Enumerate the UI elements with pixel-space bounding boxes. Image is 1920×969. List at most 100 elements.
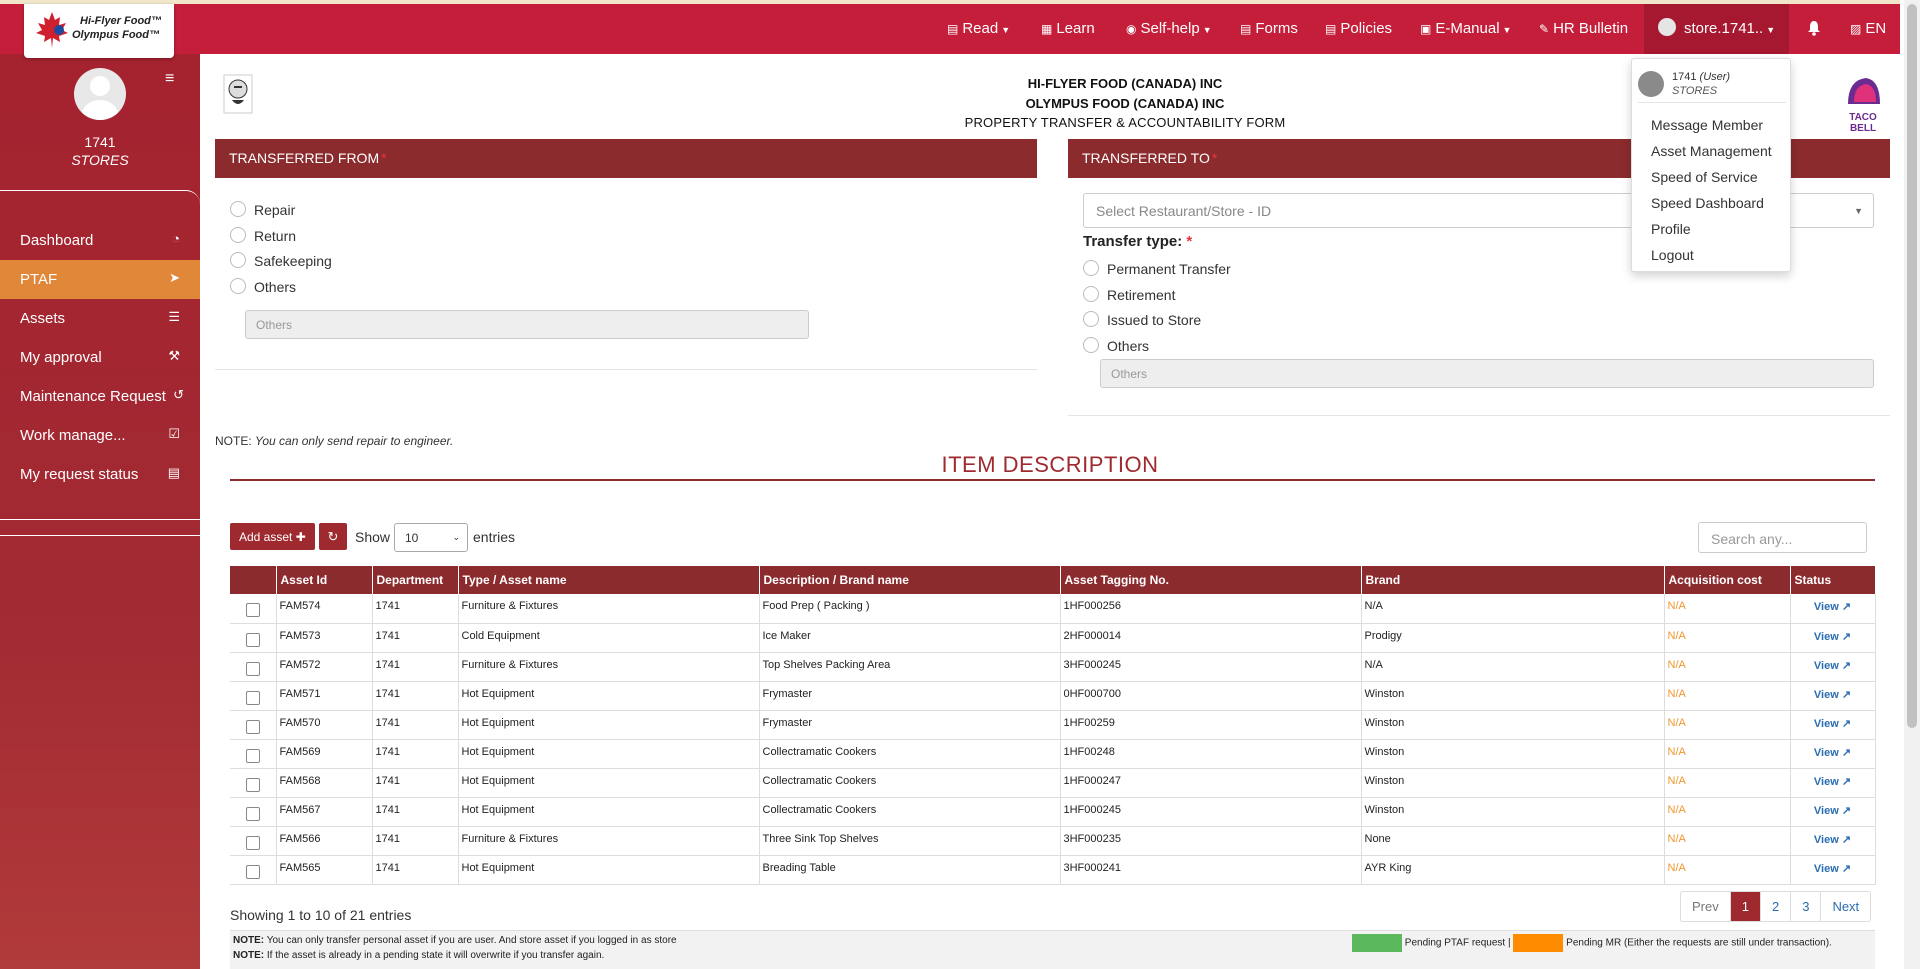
row-checkbox[interactable] [245,777,260,792]
row-checkbox[interactable] [245,835,260,850]
row-checkbox[interactable] [245,632,260,647]
user-menu-toggle[interactable]: store.1741.. ▼ [1644,4,1790,54]
table-cell: FAM566 [276,826,373,856]
to-others-field[interactable]: Others [1100,359,1874,388]
select-column-header [230,566,277,594]
view-link[interactable]: View ↗ [1790,623,1876,653]
table-cell: 3HF000241 [1060,855,1362,885]
view-link[interactable]: View ↗ [1790,652,1876,682]
radio-to-others[interactable]: Others [1083,337,1149,355]
radio-safekeeping[interactable]: Safekeeping [230,252,332,270]
row-checkbox[interactable] [245,806,260,821]
pagination: Prev 1 2 3 Next [1680,891,1872,922]
caret-down-icon: ▼ [1202,25,1212,35]
row-select-cell [230,681,277,711]
user-dropdown-menu: 1741 (User) STORES Message Member Asset … [1631,58,1791,272]
nav-self-help[interactable]: ◉ Self-help ▼ [1126,4,1212,54]
menu-item-profile[interactable]: Profile [1651,221,1691,237]
view-link[interactable]: View ↗ [1790,797,1876,827]
pagination-next[interactable]: Next [1821,892,1870,921]
table-cell: Winston [1361,797,1665,827]
nav-read[interactable]: ▤ Read ▼ [947,4,1010,54]
sidebar-item-maintenance-request[interactable]: Maintenance Request ↺ [0,377,200,416]
row-select-cell [230,855,277,885]
nav-learn[interactable]: ▦ Learn [1041,4,1095,54]
nav-forms[interactable]: ▤ Forms [1240,4,1298,54]
page-scrollbar[interactable] [1904,0,1920,969]
row-select-cell [230,826,277,856]
view-link[interactable]: View ↗ [1790,710,1876,740]
nav-e-manual[interactable]: ▣ E-Manual ▼ [1420,4,1511,54]
search-input[interactable]: Search any... [1698,522,1867,553]
row-checkbox[interactable] [245,864,260,879]
column-header[interactable]: Type / Asset name [458,566,760,594]
radio-repair[interactable]: Repair [230,201,295,219]
column-header[interactable]: Asset Id [276,566,373,594]
pagination-page-1[interactable]: 1 [1730,892,1761,921]
refresh-button[interactable]: ↻ [319,523,347,550]
menu-item-asset-management[interactable]: Asset Management [1651,143,1772,159]
item-description-underline [230,479,1875,481]
view-link[interactable]: View ↗ [1790,855,1876,885]
row-checkbox[interactable] [245,690,260,705]
table-cell: N/A [1361,652,1665,682]
pending-ptaf-swatch [1352,934,1402,952]
scrollbar-thumb[interactable] [1907,4,1917,728]
row-checkbox[interactable] [245,661,260,676]
radio-from-others[interactable]: Others [230,278,296,296]
table-row: FAM570 1741 Hot Equipment Frymaster 1HF00259… [230,710,1876,740]
table-cell: FAM567 [276,797,373,827]
add-asset-button[interactable]: Add asset ✚ [230,523,315,550]
view-link[interactable]: View ↗ [1790,739,1876,769]
status-legend: Pending PTAF request | Pending MR (Eithe… [1352,934,1832,952]
send-icon: ➤ [169,270,180,285]
radio-return[interactable]: Return [230,227,296,245]
sidebar-user-name: 1741 [84,134,116,150]
column-header[interactable]: Asset Tagging No. [1060,566,1362,594]
view-link[interactable]: View ↗ [1790,681,1876,711]
pin-icon: ✎ [1539,22,1550,36]
notifications-bell-icon[interactable] [1807,4,1821,54]
sidebar-item-my-approval[interactable]: My approval ⚒ [0,338,200,377]
column-header[interactable]: Acquisition cost [1664,566,1791,594]
language-switcher[interactable]: ▨ EN [1850,4,1886,54]
column-header[interactable]: Brand [1361,566,1665,594]
pagination-page-2[interactable]: 2 [1761,892,1792,921]
row-checkbox[interactable] [245,719,260,734]
from-others-field[interactable]: Others [245,310,809,339]
menu-item-message-member[interactable]: Message Member [1651,117,1763,133]
column-header[interactable]: Description / Brand name [759,566,1061,594]
view-link[interactable]: View ↗ [1790,826,1876,856]
column-header[interactable]: Department [372,566,459,594]
entries-select[interactable]: 10 ⌄ [394,523,468,552]
pagination-page-3[interactable]: 3 [1791,892,1822,921]
table-cell: N/A [1664,710,1791,740]
row-checkbox[interactable] [245,748,260,763]
sidebar-item-my-request-status[interactable]: My request status ▤ [0,455,200,494]
view-link[interactable]: View ↗ [1790,768,1876,798]
sidebar-item-work-manage[interactable]: Work manage... ☑ [0,416,200,455]
radio-retirement[interactable]: Retirement [1083,286,1175,304]
caret-down-icon: ▼ [1502,25,1512,35]
view-link[interactable]: View ↗ [1790,594,1876,624]
brand-logo[interactable]: Hi-Flyer Food™ Olympus Food™ [24,4,174,58]
nav-policies[interactable]: ▤ Policies [1325,4,1392,54]
menu-item-speed-dashboard[interactable]: Speed Dashboard [1651,195,1764,211]
hamburger-icon[interactable]: ≡ [165,70,174,88]
table-cell: Winston [1361,739,1665,769]
sidebar-item-dashboard[interactable]: Dashboard ◔ [0,221,200,260]
sidebar-item-assets[interactable]: Assets ☰ [0,299,200,338]
table-cell: FAM571 [276,681,373,711]
radio-permanent-transfer[interactable]: Permanent Transfer [1083,260,1231,278]
radio-issued-to-store[interactable]: Issued to Store [1083,311,1201,329]
taco-bell-logo: TACO BELL [1848,78,1880,134]
table-row: FAM574 1741 Furniture & Fixtures Food Prep … [230,594,1876,624]
menu-item-speed-of-service[interactable]: Speed of Service [1651,169,1758,185]
column-header[interactable]: Status [1790,566,1876,594]
nav-hr-bulletin[interactable]: ✎ HR Bulletin [1539,4,1628,54]
table-cell: 1HF00259 [1060,710,1362,740]
row-checkbox[interactable] [245,603,260,617]
menu-item-logout[interactable]: Logout [1651,247,1694,263]
sidebar-item-ptaf[interactable]: PTAF ➤ [0,260,200,299]
pagination-prev[interactable]: Prev [1681,892,1731,921]
